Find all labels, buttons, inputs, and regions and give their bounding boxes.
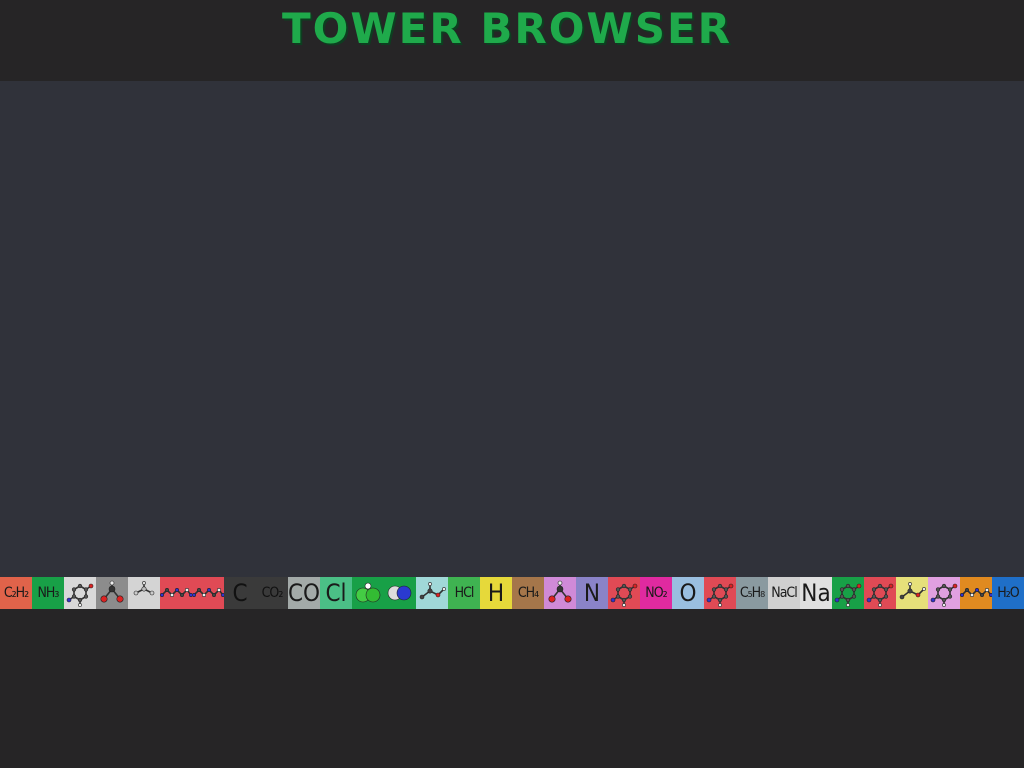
footer-area — [0, 609, 1024, 768]
bent-molecule-icon — [548, 580, 572, 603]
tower-tile[interactable]: NH₃ — [32, 577, 64, 609]
tower-tile[interactable] — [192, 577, 224, 609]
tower-tile[interactable] — [608, 577, 640, 609]
tile-label: CO — [288, 579, 320, 607]
tower-tile[interactable]: C₅H₈ — [736, 577, 768, 609]
tile-label: C — [232, 579, 248, 607]
tower-tile[interactable] — [896, 577, 928, 609]
tile-label: H₂O — [997, 585, 1019, 601]
stick-molecule-icon — [899, 582, 926, 600]
tower-tile[interactable] — [832, 577, 864, 609]
tower-tile[interactable]: O — [672, 577, 704, 609]
ring-molecule-icon — [66, 583, 94, 607]
tile-label: NO₂ — [645, 585, 667, 601]
tower-tile[interactable] — [864, 577, 896, 609]
tower-tile[interactable]: Cl — [320, 577, 352, 609]
tower-tile[interactable]: Na — [800, 577, 832, 609]
ring-molecule-icon — [610, 583, 638, 607]
tower-tile[interactable] — [384, 577, 416, 609]
tower-tile[interactable]: H — [480, 577, 512, 609]
tower-tile[interactable]: NaCl — [768, 577, 800, 609]
tower-tile[interactable]: N — [576, 577, 608, 609]
tower-tile[interactable]: HCl — [448, 577, 480, 609]
stick-molecule-icon — [419, 582, 446, 600]
page-title: TOWER BROWSER — [282, 4, 732, 53]
tower-tile[interactable] — [544, 577, 576, 609]
tower-tile[interactable]: CO — [288, 577, 320, 609]
tower-tile[interactable]: C — [224, 577, 256, 609]
bent-molecule-icon — [100, 580, 124, 603]
tower-tile[interactable] — [64, 577, 96, 609]
blue-sphere-icon — [387, 585, 412, 601]
tower-tile[interactable]: CO₂ — [256, 577, 288, 609]
tile-label: NaCl — [771, 585, 797, 601]
tower-tile[interactable]: CH₄ — [512, 577, 544, 609]
tower-tile[interactable] — [160, 577, 192, 609]
tower-tile[interactable] — [960, 577, 992, 609]
tile-label: CH₄ — [517, 585, 539, 601]
tower-tile[interactable]: NO₂ — [640, 577, 672, 609]
chain-molecule-icon — [160, 588, 192, 597]
tower-tile[interactable] — [416, 577, 448, 609]
header-bar: TOWER BROWSER — [0, 0, 1024, 81]
tile-label: N — [583, 579, 601, 607]
tile-label: H — [487, 579, 505, 607]
green-sphere-icon — [355, 582, 381, 603]
tile-label: O — [679, 579, 697, 607]
ring-molecule-icon — [834, 583, 862, 607]
tower-tile[interactable] — [352, 577, 384, 609]
tile-label: C₅H₈ — [739, 585, 765, 601]
tower-tile[interactable]: H₂O — [992, 577, 1024, 609]
tile-label: NH₃ — [37, 585, 60, 601]
tower-tile[interactable] — [128, 577, 160, 609]
chain-molecule-icon — [192, 588, 224, 597]
tower-tile[interactable] — [96, 577, 128, 609]
tower-tile[interactable]: C₂H₂ — [0, 577, 32, 609]
chain-molecule-icon — [960, 588, 992, 597]
faint-molecule-icon — [133, 581, 155, 596]
tower-tile[interactable] — [928, 577, 960, 609]
tile-label: Cl — [325, 579, 347, 607]
ring-molecule-icon — [866, 583, 894, 607]
tower-tile[interactable] — [704, 577, 736, 609]
ring-molecule-icon — [706, 583, 734, 607]
tower-strip: C₂H₂ NH₃ C CO₂ CO Cl HCl H CH₄ N NO₂ O C₅H₈ NaCl Na H₂O — [0, 577, 1024, 609]
tile-label: HCl — [454, 585, 475, 601]
tile-label: Na — [801, 579, 831, 607]
browser-panel — [0, 81, 1024, 577]
ring-molecule-icon — [930, 583, 958, 607]
tile-label: CO₂ — [261, 585, 284, 601]
tile-label: C₂H₂ — [3, 585, 29, 601]
